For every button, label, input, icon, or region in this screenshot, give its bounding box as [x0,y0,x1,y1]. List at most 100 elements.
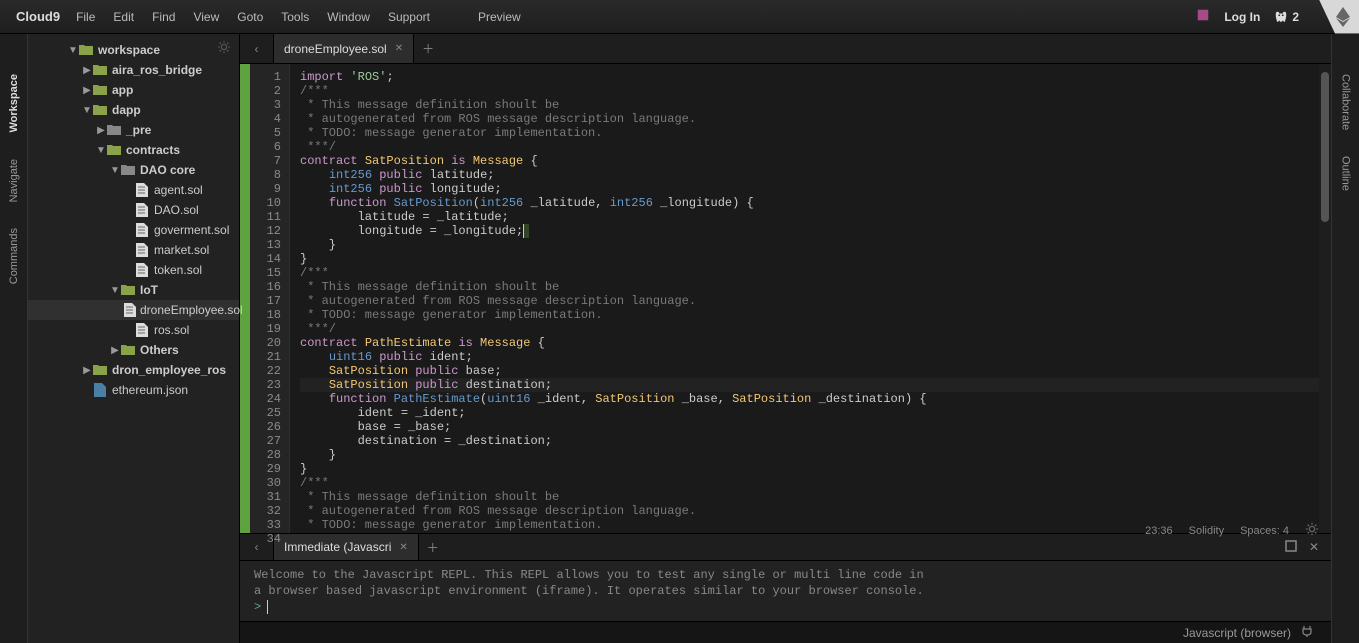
code-line[interactable]: uint16 public ident; [300,350,1331,364]
preview-menu[interactable]: Preview [478,10,521,24]
caret-icon[interactable] [110,285,120,296]
rail-workspace[interactable]: Workspace [8,74,20,133]
indent-setting[interactable]: Spaces: 4 [1240,525,1289,537]
scrollbar-thumb[interactable] [1321,72,1329,222]
tab-droneemployee[interactable]: droneEmployee.sol ✕ [274,34,414,63]
tree-token-sol[interactable]: token.sol [28,260,239,280]
tree--pre[interactable]: _pre [28,120,239,140]
tree-iot[interactable]: IoT [28,280,239,300]
code-line[interactable]: /*** [300,84,1331,98]
code-line[interactable]: ***/ [300,140,1331,154]
rail-outline[interactable]: Outline [1340,156,1352,191]
gear-icon[interactable] [1305,522,1319,539]
code-line[interactable]: * autogenerated from ROS message descrip… [300,112,1331,126]
code-line[interactable]: * autogenerated from ROS message descrip… [300,294,1331,308]
code-line[interactable]: int256 public longitude; [300,182,1331,196]
code-line[interactable]: /*** [300,266,1331,280]
ethereum-icon[interactable] [1319,0,1359,34]
code-line[interactable]: * This message definition shoult be [300,98,1331,112]
login-button[interactable]: Log In [1224,10,1260,24]
code-line[interactable]: int256 public latitude; [300,168,1331,182]
code-line[interactable]: ***/ [300,322,1331,336]
extension-icon[interactable] [1196,8,1210,25]
tab-add-button[interactable]: ＋ [414,34,442,63]
code-line[interactable]: * This message definition shoult be [300,490,1331,504]
tree-dao-sol[interactable]: DAO.sol [28,200,239,220]
cursor-position[interactable]: 23:36 [1145,525,1173,537]
tree-others[interactable]: Others [28,340,239,360]
caret-icon[interactable] [68,45,78,56]
tree-dao-core[interactable]: DAO core [28,160,239,180]
code-line[interactable]: * TODO: message generator implementation… [300,126,1331,140]
tree-dron-employee-ros[interactable]: dron_employee_ros [28,360,239,380]
close-icon[interactable]: ✕ [399,542,407,553]
tree-market-sol[interactable]: market.sol [28,240,239,260]
tab-scroll-left[interactable]: ‹ [240,34,274,63]
tree-agent-sol[interactable]: agent.sol [28,180,239,200]
code-line[interactable]: function PathEstimate(uint16 _ident, Sat… [300,392,1331,406]
close-icon[interactable]: ✕ [395,43,403,54]
code-line[interactable]: } [300,238,1331,252]
code-line[interactable]: destination = _destination; [300,434,1331,448]
plug-icon[interactable] [1301,625,1313,640]
tree-workspace[interactable]: workspace [28,40,239,60]
code-line[interactable]: } [300,448,1331,462]
code-line[interactable]: function SatPosition(int256 _latitude, i… [300,196,1331,210]
code-line[interactable]: ident = _ident; [300,406,1331,420]
caret-icon[interactable] [82,105,92,116]
code-line[interactable]: * This message definition shoult be [300,280,1331,294]
tree-contracts[interactable]: contracts [28,140,239,160]
menu-edit[interactable]: Edit [113,10,134,24]
repl-panel[interactable]: Welcome to the Javascript REPL. This REP… [240,561,1331,621]
code-line[interactable]: * TODO: message generator implementation… [300,308,1331,322]
caret-icon[interactable] [110,165,120,176]
menu-tools[interactable]: Tools [281,10,309,24]
code-editor[interactable]: 1234567891011121314151617181920212223242… [240,64,1331,533]
code-line[interactable]: } [300,462,1331,476]
caret-icon[interactable] [82,65,92,76]
code-line[interactable]: SatPosition public destination; [300,378,1331,392]
rail-commands[interactable]: Commands [8,228,20,284]
menu-window[interactable]: Window [327,10,370,24]
code-line[interactable]: } [300,252,1331,266]
menu-goto[interactable]: Goto [237,10,263,24]
caret-icon[interactable] [96,125,106,136]
code-line[interactable]: contract PathEstimate is Message { [300,336,1331,350]
code-line[interactable]: longitude = _longitude; [300,224,1331,238]
code-line[interactable]: * autogenerated from ROS message descrip… [300,504,1331,518]
guest-count[interactable]: 2 [1274,10,1299,24]
scrollbar[interactable] [1319,64,1331,533]
code-line[interactable]: base = _base; [300,420,1331,434]
rail-collaborate[interactable]: Collaborate [1340,74,1352,130]
tree-ros-sol[interactable]: ros.sol [28,320,239,340]
menu-view[interactable]: View [193,10,219,24]
language-mode[interactable]: Solidity [1189,525,1224,537]
code-content[interactable]: import 'ROS';/*** * This message definit… [290,64,1331,533]
menu-support[interactable]: Support [388,10,430,24]
menu-find[interactable]: Find [152,10,175,24]
panel-tab-add[interactable]: ＋ [419,534,447,560]
tree-dapp[interactable]: dapp [28,100,239,120]
code-line[interactable]: SatPosition public base; [300,364,1331,378]
code-line[interactable]: contract SatPosition is Message { [300,154,1331,168]
tree-ethereum-json[interactable]: ethereum.json [28,380,239,400]
panel-tab-immediate[interactable]: Immediate (Javascri ✕ [274,534,419,560]
close-icon[interactable]: ✕ [1309,540,1319,554]
menu-file[interactable]: File [76,10,95,24]
rail-navigate[interactable]: Navigate [8,159,20,202]
brand-logo[interactable]: Cloud9 [16,9,60,24]
maximize-icon[interactable] [1285,540,1297,555]
tree-app[interactable]: app [28,80,239,100]
caret-icon[interactable] [110,345,120,356]
tree-droneemployee-sol[interactable]: droneEmployee.sol [28,300,239,320]
tree-aira-ros-bridge[interactable]: aira_ros_bridge [28,60,239,80]
code-line[interactable]: import 'ROS'; [300,70,1331,84]
code-line[interactable]: /*** [300,476,1331,490]
tree-goverment-sol[interactable]: goverment.sol [28,220,239,240]
footer-language[interactable]: Javascript (browser) [1183,626,1291,640]
caret-icon[interactable] [82,365,92,376]
code-line[interactable]: latitude = _latitude; [300,210,1331,224]
caret-icon[interactable] [96,145,106,156]
gear-icon[interactable] [217,40,231,57]
caret-icon[interactable] [82,85,92,96]
